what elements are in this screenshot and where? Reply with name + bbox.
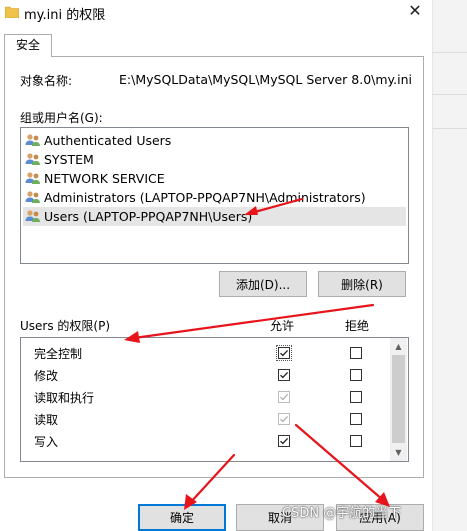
arrow-to-users-icon	[244, 197, 304, 215]
annotation-arrows	[124, 197, 390, 510]
arrow-to-apply-button-icon	[294, 423, 390, 507]
arrow-to-ok-button-icon	[184, 453, 236, 510]
watermark: CSDN @宇航的当下	[282, 506, 402, 521]
tab-label: 安全	[15, 38, 40, 52]
tab-security[interactable]: 安全	[4, 34, 52, 57]
arrow-to-full-control-icon	[124, 303, 375, 343]
